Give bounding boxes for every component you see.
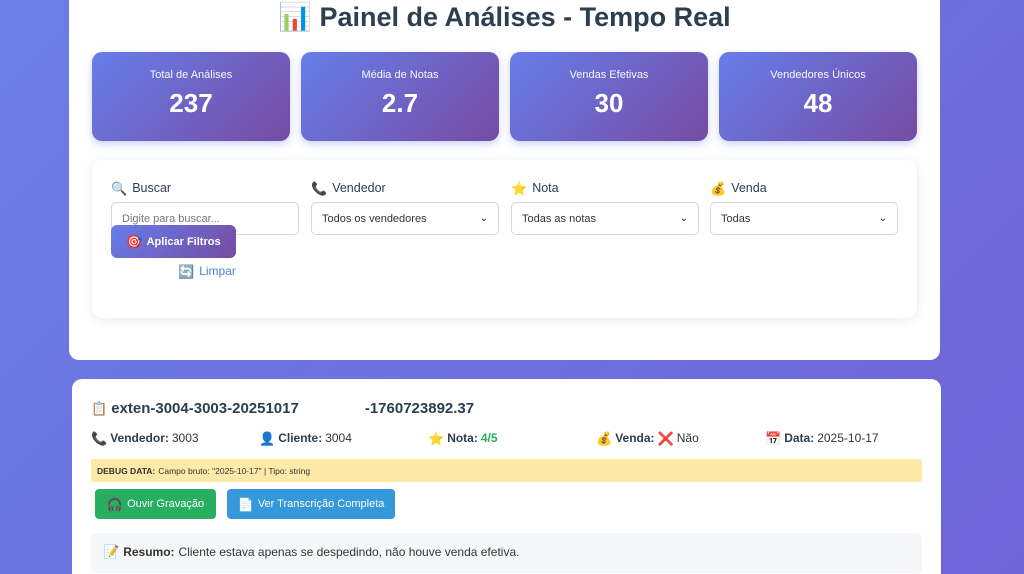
- debug-label: DEBUG DATA:: [97, 465, 156, 476]
- seller-select-value: Todos os vendedores: [322, 212, 427, 225]
- stat-card-unique-sellers: Vendedores Únicos 48: [719, 52, 917, 141]
- stat-value: 48: [803, 88, 833, 118]
- stat-label: Total de Análises: [149, 69, 233, 81]
- stat-label: Vendas Efetivas: [569, 69, 649, 81]
- listen-recording-button[interactable]: 🎧 Ouvir Gravação: [95, 489, 216, 519]
- debug-data-bar: DEBUG DATA: Campo bruto: "2025-10-17" | …: [91, 459, 922, 482]
- meta-rating-value: 4/5: [480, 431, 498, 445]
- stat-card-total-analyses: Total de Análises 237: [92, 52, 290, 141]
- calendar-icon: 📅: [765, 430, 782, 446]
- meta-date-label: Data:: [784, 431, 815, 445]
- meta-seller-label: Vendedor:: [110, 431, 169, 445]
- meta-client-value: 3004: [325, 431, 352, 445]
- sale-select-value: Todas: [721, 212, 751, 225]
- stat-label: Vendedores Únicos: [770, 69, 866, 81]
- apply-filters-button[interactable]: 🎯 Aplicar Filtros: [111, 225, 236, 258]
- meta-sale-label: Venda:: [615, 431, 655, 445]
- chevron-down-icon: ⌄: [479, 213, 488, 224]
- rating-select[interactable]: Todas as notas ⌄: [511, 202, 699, 235]
- filter-rating-label: Nota: [532, 181, 559, 195]
- view-transcript-button[interactable]: 📄 Ver Transcrição Completa: [227, 489, 395, 519]
- user-icon: 👤: [259, 430, 276, 446]
- view-transcript-label: Ver Transcrição Completa: [257, 498, 385, 510]
- filter-seller-group: 📞 Vendedor Todos os vendedores ⌄: [311, 179, 499, 235]
- meta-date-value: 2025-10-17: [817, 431, 879, 445]
- stat-card-effective-sales: Vendas Efetivas 30: [510, 52, 708, 141]
- clipboard-icon: 📋: [91, 401, 108, 416]
- stat-value: 30: [594, 88, 624, 118]
- refresh-icon: 🔄: [178, 263, 195, 279]
- phone-icon: 📞: [311, 180, 328, 196]
- analysis-card-title: 📋 exten-3004-3003-20251017 -1760723892.3…: [91, 400, 474, 417]
- filter-sale-group: 💰 Venda Todas ⌄: [710, 179, 898, 235]
- record-id-right: -1760723892.37: [364, 400, 475, 417]
- meta-client: 👤 Cliente: 3004: [259, 431, 352, 445]
- memo-icon: 📝: [103, 544, 120, 559]
- seller-select[interactable]: Todos os vendedores ⌄: [311, 202, 499, 235]
- stat-label: Média de Notas: [361, 69, 439, 81]
- filter-rating-group: ⭐ Nota Todas as notas ⌄: [511, 179, 699, 235]
- document-icon: 📄: [237, 496, 254, 512]
- search-placeholder: Digite para buscar...: [122, 212, 220, 225]
- cross-mark-icon: ❌: [657, 430, 674, 446]
- chevron-down-icon: ⌄: [878, 213, 887, 224]
- meta-date: 📅 Data: 2025-10-17: [765, 431, 879, 445]
- stat-card-average-rating: Média de Notas 2.7: [301, 52, 499, 141]
- meta-seller: 📞 Vendedor: 3003: [91, 431, 199, 445]
- meta-client-label: Cliente:: [278, 431, 323, 445]
- phone-icon: 📞: [91, 430, 108, 446]
- meta-sale-value: Não: [676, 431, 699, 445]
- clear-filters-label: Limpar: [199, 264, 236, 278]
- rating-select-value: Todas as notas: [522, 212, 596, 225]
- filters-panel: 🔍 Buscar Digite para buscar... 📞 Vendedo…: [92, 160, 917, 318]
- meta-seller-value: 3003: [171, 431, 199, 445]
- target-icon: 🎯: [126, 234, 143, 249]
- star-icon: ⭐: [511, 180, 528, 196]
- search-icon: 🔍: [111, 180, 128, 196]
- chevron-down-icon: ⌄: [679, 213, 688, 224]
- analysis-card: 📋 exten-3004-3003-20251017 -1760723892.3…: [72, 379, 941, 574]
- meta-sale: 💰 Venda: ❌ Não: [596, 431, 699, 445]
- apply-filters-label: Aplicar Filtros: [146, 235, 221, 248]
- meta-rating-label: Nota:: [447, 431, 478, 445]
- headphones-icon: 🎧: [106, 496, 124, 512]
- summary-text: Cliente estava apenas se despedindo, não…: [178, 545, 520, 559]
- meta-rating: ⭐ Nota: 4/5: [428, 431, 498, 445]
- listen-recording-label: Ouvir Gravação: [127, 498, 205, 510]
- star-icon: ⭐: [428, 430, 445, 446]
- stat-value: 237: [169, 88, 213, 118]
- dashboard-panel: 📊 Painel de Análises - Tempo Real Total …: [69, 0, 940, 360]
- money-bag-icon: 💰: [596, 430, 613, 446]
- money-bag-icon: 💰: [710, 180, 727, 196]
- stat-value: 2.7: [381, 88, 419, 118]
- filter-search-label: Buscar: [132, 181, 172, 195]
- debug-text: Campo bruto: "2025-10-17" | Tipo: string: [158, 465, 311, 476]
- page-title: 📊 Painel de Análises - Tempo Real: [278, 2, 731, 32]
- summary-label: Resumo:: [123, 545, 175, 559]
- sale-select[interactable]: Todas ⌄: [710, 202, 898, 235]
- filter-sale-label: Venda: [731, 181, 767, 195]
- record-id-left: exten-3004-3003-20251017: [111, 400, 299, 417]
- summary-box: 📝 Resumo: Cliente estava apenas se despe…: [91, 533, 922, 573]
- filter-seller-label: Vendedor: [332, 181, 386, 195]
- clear-filters-button[interactable]: 🔄 Limpar: [178, 264, 236, 278]
